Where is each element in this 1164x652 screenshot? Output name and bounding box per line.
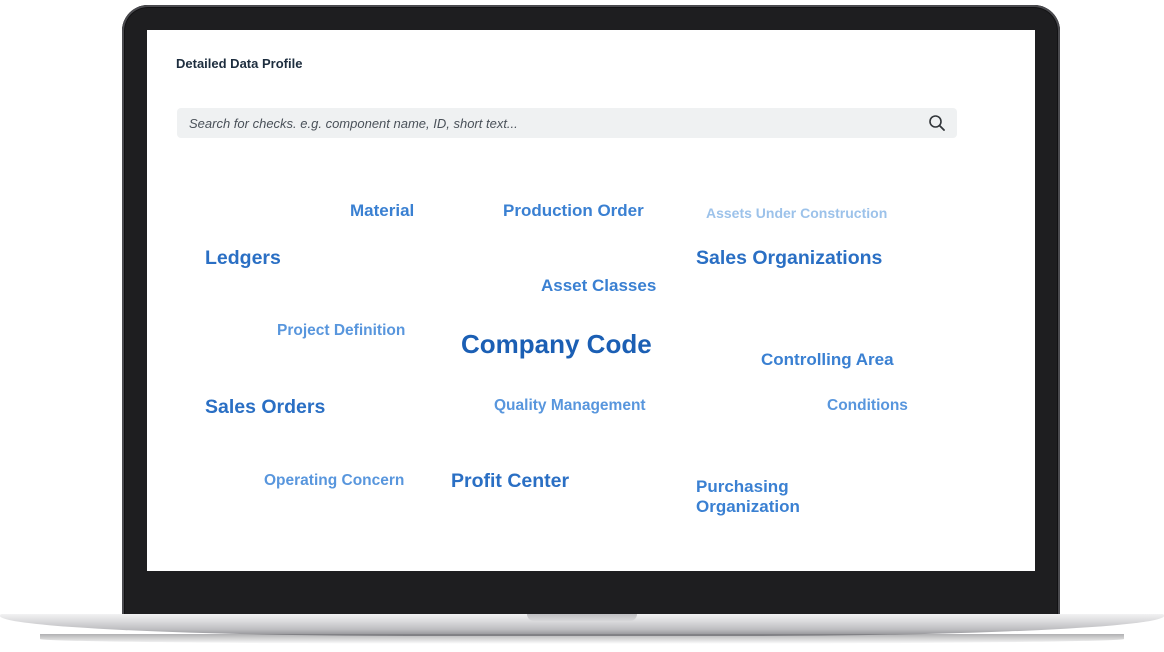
tag-purchasing-organization[interactable]: Purchasing Organization — [696, 477, 800, 516]
tag-purchasing-organization-line2: Organization — [696, 496, 800, 516]
tag-purchasing-organization-line1: Purchasing — [696, 477, 789, 496]
tag-quality-management[interactable]: Quality Management — [494, 397, 646, 415]
tag-conditions[interactable]: Conditions — [827, 397, 908, 415]
tag-asset-classes[interactable]: Asset Classes — [541, 276, 656, 296]
laptop-screen: Detailed Data Profile Material Productio… — [147, 30, 1035, 571]
tag-cloud: Material Production Order Assets Under C… — [147, 30, 1035, 571]
tag-sales-organizations[interactable]: Sales Organizations — [696, 247, 882, 269]
tag-material[interactable]: Material — [350, 201, 414, 221]
tag-sales-orders[interactable]: Sales Orders — [205, 396, 325, 418]
laptop-mockup: Detailed Data Profile Material Productio… — [0, 0, 1164, 652]
tag-ledgers[interactable]: Ledgers — [205, 247, 281, 269]
laptop-notch — [527, 614, 637, 621]
tag-production-order[interactable]: Production Order — [503, 201, 644, 221]
tag-operating-concern[interactable]: Operating Concern — [264, 472, 404, 490]
tag-project-definition[interactable]: Project Definition — [277, 322, 405, 340]
tag-controlling-area[interactable]: Controlling Area — [761, 350, 894, 370]
tag-company-code[interactable]: Company Code — [461, 329, 652, 360]
laptop-shadow — [40, 634, 1124, 644]
tag-assets-under-construction[interactable]: Assets Under Construction — [706, 205, 887, 221]
tag-profit-center[interactable]: Profit Center — [451, 470, 569, 492]
